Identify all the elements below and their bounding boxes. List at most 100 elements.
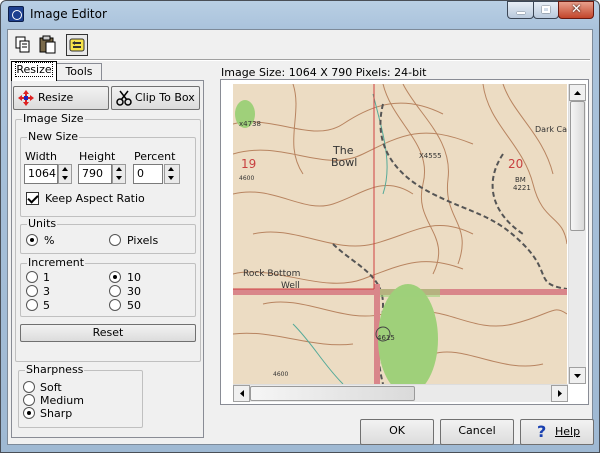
height-field[interactable]: 790 (78, 164, 112, 184)
paste-icon (39, 35, 56, 54)
increment-30-radio[interactable] (109, 285, 121, 297)
map-label-section-19: 19 (241, 157, 256, 171)
increment-5-radio[interactable] (26, 299, 38, 311)
width-field[interactable]: 1064 (24, 164, 58, 184)
map-label-contour-4600-south: 4600 (273, 371, 288, 378)
sharpness-soft-radio[interactable] (23, 381, 35, 393)
width-label: Width (25, 150, 57, 163)
arrow-right-icon (558, 390, 562, 397)
image-viewport: The Bowl 19 20 Rock Bottom Well Dark Ca … (220, 79, 589, 405)
horizontal-scrollbar[interactable] (233, 384, 568, 402)
tab-tools[interactable]: Tools (56, 63, 102, 81)
percent-field[interactable]: 0 (133, 164, 163, 184)
help-icon: ? (537, 422, 547, 441)
scroll-right-button[interactable] (551, 385, 568, 402)
increment-50-label: 50 (127, 299, 141, 312)
sharpness-group: Sharpness Soft Medium Sharp (18, 364, 143, 428)
paste-button[interactable] (37, 34, 59, 56)
maximize-icon (542, 6, 550, 13)
image-size-group-label: Image Size (22, 112, 85, 125)
map-label-elev-4615: 4615 (377, 334, 395, 342)
help-button[interactable]: ? Help (520, 419, 594, 445)
map-label-elev-4738: x4738 (239, 120, 261, 128)
new-size-group: New Size Width Height Percent 1064 790 0… (20, 131, 196, 217)
map-label-rock-bottom: Rock Bottom (243, 269, 300, 279)
new-size-group-label: New Size (27, 130, 80, 143)
height-label: Height (79, 150, 116, 163)
sharpness-medium-label: Medium (40, 394, 84, 407)
map-label-dark-canyon: Dark Ca (535, 125, 567, 134)
scroll-down-button[interactable] (569, 367, 586, 384)
vertical-scrollbar[interactable] (568, 84, 586, 384)
undo-icon (69, 38, 85, 52)
units-group: Units % Pixels (20, 218, 196, 254)
map-label-elev-4555: X4555 (419, 152, 442, 160)
units-percent-radio[interactable] (26, 234, 38, 246)
close-icon: ✕ (571, 2, 582, 17)
tab-resize[interactable]: Resize (11, 61, 57, 81)
maximize-button[interactable] (533, 1, 559, 19)
help-label: Help (555, 425, 581, 438)
copy-icon (15, 36, 30, 53)
clip-to-box-label: Clip To Box (135, 91, 195, 104)
dialog-client: Resize Tools Resize Image Clip To Box Im… (7, 29, 594, 445)
copy-button[interactable] (12, 34, 34, 56)
map-image[interactable]: The Bowl 19 20 Rock Bottom Well Dark Ca … (233, 84, 567, 384)
percent-label: Percent (134, 150, 176, 163)
keep-aspect-label: Keep Aspect Ratio (45, 192, 145, 205)
ok-button[interactable]: OK (360, 419, 434, 445)
tab-tools-label: Tools (65, 65, 93, 78)
units-group-label: Units (27, 217, 58, 230)
resize-image-button[interactable]: Resize Image (13, 86, 109, 126)
width-spinner[interactable] (58, 164, 72, 184)
increment-10-label: 10 (127, 271, 141, 284)
units-percent-label: % (44, 234, 55, 247)
reset-button[interactable]: Reset (20, 324, 196, 342)
image-size-info: Image Size: 1064 X 790 Pixels: 24-bit (221, 66, 427, 79)
title-bar: Image Editor ✕ (0, 0, 600, 28)
minimize-button[interactable] (507, 1, 534, 19)
arrow-down-icon (574, 374, 581, 378)
cancel-button[interactable]: Cancel (440, 419, 514, 445)
map-label-well: Well (281, 281, 300, 291)
increment-3-label: 3 (43, 285, 50, 298)
increment-1-label: 1 (43, 271, 50, 284)
minimize-icon (517, 12, 525, 14)
increment-group: Increment 1 3 5 10 30 50 (20, 257, 196, 317)
increment-10-radio[interactable] (109, 271, 121, 283)
resize-panel: Resize Image Clip To Box Image Size New … (11, 80, 204, 438)
horizontal-scroll-thumb[interactable] (250, 386, 415, 401)
toolbar-separator (10, 59, 590, 61)
map-label-section-20: 20 (508, 157, 523, 171)
scroll-left-button[interactable] (233, 385, 250, 402)
arrow-left-icon (240, 390, 244, 397)
units-pixels-radio[interactable] (109, 234, 121, 246)
map-label-contour-4600: 4600 (239, 175, 254, 182)
image-size-group: Image Size New Size Width Height Percent… (15, 113, 201, 362)
increment-group-label: Increment (27, 256, 86, 269)
scroll-up-button[interactable] (569, 84, 586, 101)
increment-50-radio[interactable] (109, 299, 121, 311)
arrow-up-icon (574, 91, 581, 95)
topographic-map: The Bowl 19 20 Rock Bottom Well Dark Ca … (233, 84, 567, 384)
map-label-bowl: Bowl (331, 156, 357, 169)
sharpness-soft-label: Soft (40, 381, 62, 394)
sharpness-sharp-label: Sharp (40, 407, 73, 420)
window-title: Image Editor (30, 7, 107, 21)
keep-aspect-checkbox[interactable] (26, 192, 39, 205)
close-button[interactable]: ✕ (558, 1, 594, 19)
undo-button[interactable] (66, 34, 88, 56)
sharpness-group-label: Sharpness (25, 363, 85, 376)
percent-spinner[interactable] (164, 164, 180, 184)
increment-3-radio[interactable] (26, 285, 38, 297)
clip-to-box-button[interactable]: Clip To Box (111, 86, 200, 110)
map-label-bm: BM (515, 176, 526, 184)
map-label-elev-4221: 4221 (513, 184, 531, 192)
sharpness-medium-radio[interactable] (23, 394, 35, 406)
increment-1-radio[interactable] (26, 271, 38, 283)
sharpness-sharp-radio[interactable] (23, 407, 35, 419)
vertical-scroll-thumb[interactable] (570, 101, 585, 231)
scissors-icon (116, 90, 132, 106)
height-spinner[interactable] (112, 164, 126, 184)
resize-icon (18, 90, 34, 106)
